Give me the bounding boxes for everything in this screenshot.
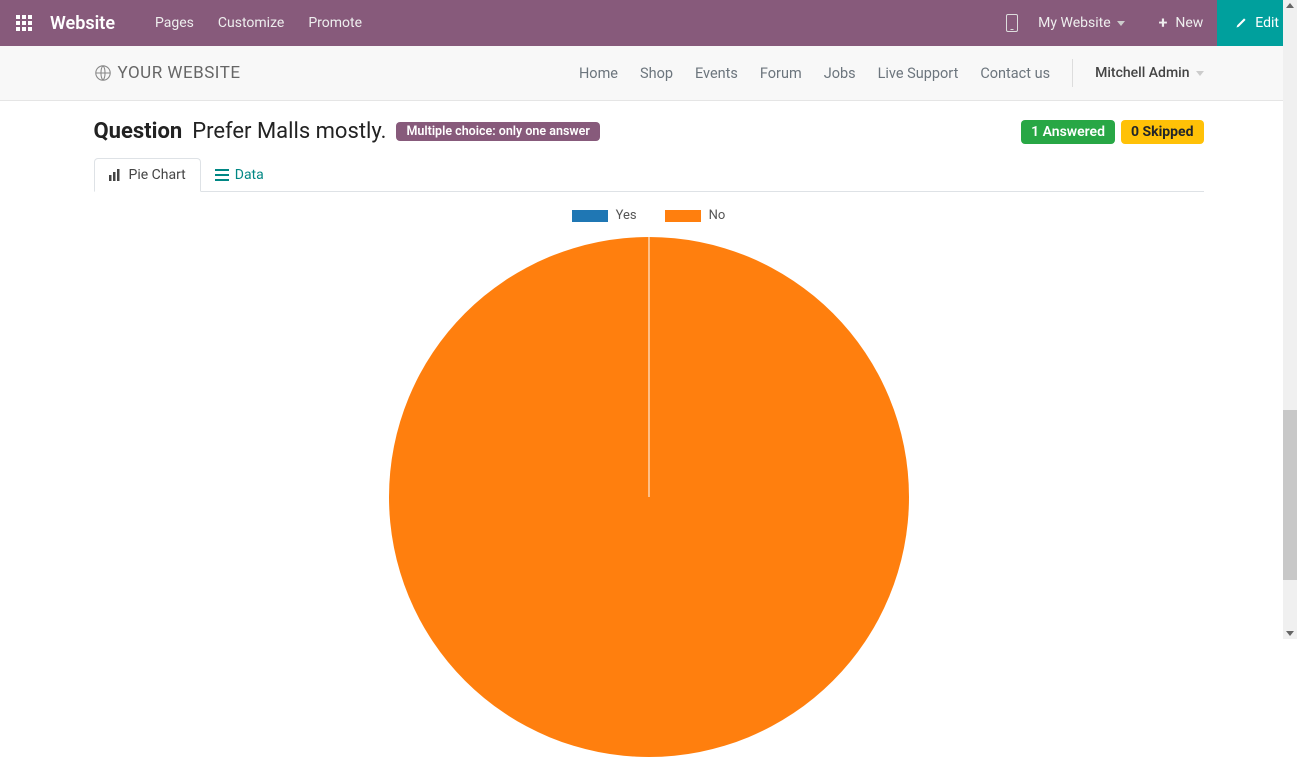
nav-customize[interactable]: Customize <box>218 15 284 31</box>
chevron-down-icon <box>1117 21 1125 26</box>
new-button[interactable]: + New <box>1145 0 1218 46</box>
nav-contact[interactable]: Contact us <box>980 65 1050 82</box>
skipped-badge: 0 Skipped <box>1121 120 1204 144</box>
nav-separator <box>1072 59 1073 87</box>
mobile-preview-icon[interactable] <box>1006 14 1018 32</box>
pie-chart-wrap <box>94 237 1204 757</box>
nav-events[interactable]: Events <box>695 65 738 82</box>
scroll-up-arrow[interactable] <box>1286 3 1294 8</box>
user-dropdown[interactable]: Mitchell Admin <box>1095 65 1203 81</box>
pencil-icon <box>1235 17 1247 29</box>
site-logo[interactable]: YOUR WEBSITE <box>94 63 241 83</box>
my-website-dropdown[interactable]: My Website <box>1038 15 1124 31</box>
site-logo-text: YOUR WEBSITE <box>118 63 241 83</box>
nav-forum[interactable]: Forum <box>760 65 802 82</box>
my-website-label: My Website <box>1038 15 1110 31</box>
apps-icon[interactable] <box>16 15 32 31</box>
tab-data-label: Data <box>235 167 264 183</box>
top-nav: Pages Customize Promote <box>155 15 362 31</box>
edit-label: Edit <box>1255 15 1279 31</box>
nav-pages[interactable]: Pages <box>155 15 194 31</box>
legend-swatch-no <box>665 210 701 222</box>
question-row: Question Prefer Malls mostly. Multiple c… <box>94 119 1204 144</box>
legend-yes[interactable]: Yes <box>572 208 637 223</box>
scroll-down-arrow[interactable] <box>1286 631 1294 636</box>
site-header: YOUR WEBSITE Home Shop Events Forum Jobs… <box>0 46 1297 101</box>
question-type-badge: Multiple choice: only one answer <box>396 122 599 141</box>
chevron-down-icon <box>1196 71 1204 76</box>
view-tabs: Pie Chart Data <box>94 158 1204 192</box>
tab-pie-label: Pie Chart <box>129 167 186 183</box>
nav-shop[interactable]: Shop <box>640 65 673 82</box>
legend-swatch-yes <box>572 210 608 222</box>
tab-data[interactable]: Data <box>201 158 278 191</box>
nav-jobs[interactable]: Jobs <box>824 65 856 82</box>
plus-icon: + <box>1159 15 1168 31</box>
vertical-scrollbar[interactable] <box>1283 0 1297 639</box>
legend-no-label: No <box>709 208 726 223</box>
pie-chart[interactable] <box>389 237 909 757</box>
legend-yes-label: Yes <box>616 208 637 223</box>
list-icon <box>215 169 229 181</box>
bar-chart-icon <box>109 169 123 181</box>
user-name: Mitchell Admin <box>1095 65 1189 81</box>
question-stats: 1 Answered 0 Skipped <box>1021 120 1203 144</box>
chart-legend: Yes No <box>94 208 1204 223</box>
site-nav: Home Shop Events Forum Jobs Live Support… <box>579 59 1204 87</box>
app-title[interactable]: Website <box>50 13 115 34</box>
globe-icon <box>94 64 112 82</box>
nav-home[interactable]: Home <box>579 65 618 82</box>
scroll-thumb[interactable] <box>1283 410 1297 580</box>
question-label: Question <box>94 119 183 144</box>
new-label: New <box>1175 15 1203 31</box>
topbar: Website Pages Customize Promote My Websi… <box>0 0 1297 46</box>
legend-no[interactable]: No <box>665 208 726 223</box>
question-text: Prefer Malls mostly. <box>192 119 386 144</box>
nav-promote[interactable]: Promote <box>308 15 362 31</box>
tab-pie-chart[interactable]: Pie Chart <box>94 158 201 192</box>
answered-badge: 1 Answered <box>1021 120 1115 144</box>
topbar-right: My Website + New Edit <box>1006 0 1281 46</box>
nav-live-support[interactable]: Live Support <box>878 65 959 82</box>
page-content: Question Prefer Malls mostly. Multiple c… <box>94 101 1204 757</box>
